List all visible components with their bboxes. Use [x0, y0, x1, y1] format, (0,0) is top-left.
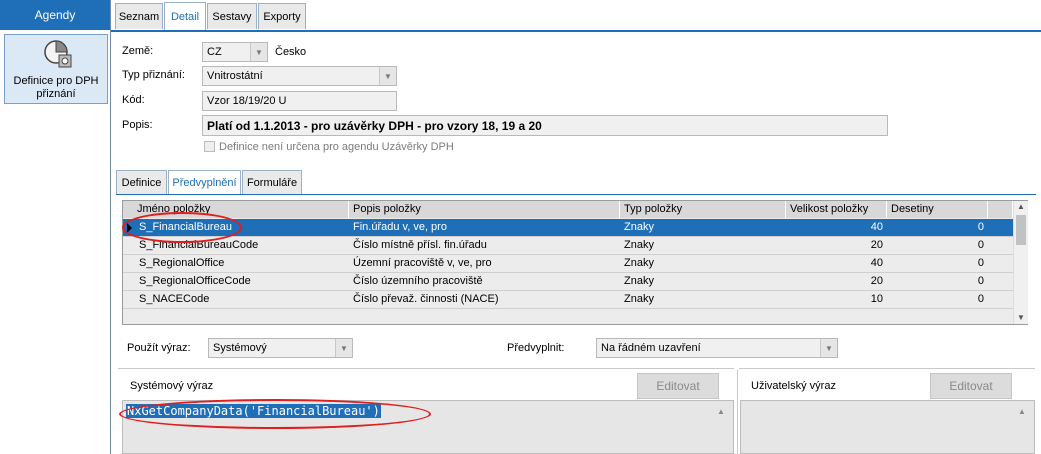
scroll-up-icon[interactable]: ▲ — [1018, 407, 1028, 417]
tab-predvyplneni[interactable]: Předvyplnění — [168, 170, 241, 194]
tab-detail[interactable]: Detail — [164, 2, 206, 30]
agenda-item-label: Definice pro DPH přiznání — [13, 75, 99, 100]
kod-field[interactable]: Vzor 18/19/20 U — [202, 91, 397, 111]
chevron-down-icon[interactable]: ▼ — [250, 43, 267, 61]
cell-name: S_FinancialBureau — [139, 221, 232, 233]
col-header-decimals[interactable]: Desetiny — [887, 201, 988, 218]
tab-exporty[interactable]: Exporty — [258, 3, 306, 29]
kod-label: Kód: — [122, 94, 145, 106]
zeme-name: Česko — [275, 46, 307, 58]
grid-scrollbar[interactable]: ▲ ▼ — [1013, 201, 1028, 324]
user-expression-editor[interactable]: ▲ — [740, 400, 1035, 454]
chevron-down-icon[interactable]: ▼ — [335, 339, 352, 357]
cell-description: Fin.úřadu v, ve, pro — [353, 221, 447, 233]
cell-size: 20 — [870, 239, 883, 251]
cell-type: Znaky — [624, 257, 654, 269]
col-header-name[interactable]: Jméno položky — [123, 201, 349, 218]
row-indicator-icon — [127, 223, 132, 233]
cell-name: S_FinancialBureauCode — [139, 239, 259, 251]
typ-value: Vnitrostátní — [207, 70, 263, 82]
system-expression-editor[interactable]: NxGetCompanyData('FinancialBureau') ▲ — [122, 400, 734, 454]
edit-system-button[interactable]: Editovat — [637, 373, 719, 399]
divider — [737, 370, 738, 454]
cell-name: S_RegionalOfficeCode — [139, 275, 251, 287]
scroll-up-icon[interactable]: ▲ — [717, 407, 727, 417]
zeme-code-value: CZ — [207, 46, 222, 58]
divider — [118, 368, 734, 369]
cell-type: Znaky — [624, 293, 654, 305]
table-row[interactable]: S_RegionalOfficeCode Číslo územního prac… — [123, 273, 1013, 291]
cell-decimals: 0 — [977, 257, 984, 269]
table-row[interactable]: S_RegionalOffice Územní pracoviště v, ve… — [123, 255, 1013, 273]
system-expression-text[interactable]: NxGetCompanyData('FinancialBureau') — [126, 404, 381, 418]
predvyplnit-select[interactable]: Na řádném uzavření ▼ — [596, 338, 838, 358]
cell-description: Číslo územního pracoviště — [353, 275, 483, 287]
divider — [739, 368, 1035, 369]
popis-field[interactable]: Platí od 1.1.2013 - pro uzávěrky DPH - p… — [202, 115, 888, 136]
agenda-item-dph-definition[interactable]: Definice pro DPH přiznání — [4, 34, 108, 104]
top-tabstrip: Seznam Detail Sestavy Exporty — [111, 0, 1041, 32]
tab-formulare[interactable]: Formuláře — [242, 170, 302, 194]
zeme-label: Země: — [122, 45, 154, 57]
items-grid: Jméno položky Popis položky Typ položky … — [122, 200, 1028, 325]
cell-decimals: 0 — [977, 293, 984, 305]
tab-sestavy[interactable]: Sestavy — [207, 3, 257, 29]
user-expression-label: Uživatelský výraz — [751, 380, 836, 392]
predvyplnit-value: Na řádném uzavření — [601, 342, 701, 354]
scroll-up-icon[interactable]: ▲ — [1014, 201, 1028, 213]
agenda-header: Agendy — [0, 0, 110, 30]
popis-label: Popis: — [122, 119, 153, 131]
col-header-type[interactable]: Typ položky — [620, 201, 786, 218]
tax-definition-icon — [44, 40, 72, 68]
tab-seznam[interactable]: Seznam — [115, 3, 163, 29]
cell-size: 10 — [870, 293, 883, 305]
typ-label: Typ přiznání: — [122, 69, 185, 81]
scroll-down-icon[interactable]: ▼ — [1014, 312, 1028, 324]
cell-description: Číslo místně přísl. fin.úřadu — [353, 239, 487, 251]
checkbox-label: Definice není určena pro agendu Uzávěrky… — [219, 141, 454, 153]
pouzit-label: Použít výraz: — [127, 342, 191, 354]
cell-decimals: 0 — [977, 221, 984, 233]
cell-name: S_NACECode — [139, 293, 210, 305]
chevron-down-icon[interactable]: ▼ — [820, 339, 837, 357]
table-row[interactable]: S_FinancialBureauCode Číslo místně přísl… — [123, 237, 1013, 255]
cell-size: 40 — [870, 257, 883, 269]
cell-type: Znaky — [624, 275, 654, 287]
col-header-size[interactable]: Velikost položky — [786, 201, 887, 218]
definition-checkbox[interactable] — [204, 141, 215, 152]
table-row[interactable]: S_NACECode Číslo převaž. činnosti (NACE)… — [123, 291, 1013, 309]
scroll-thumb[interactable] — [1016, 215, 1026, 245]
pouzit-select[interactable]: Systémový ▼ — [208, 338, 353, 358]
zeme-code-select[interactable]: CZ ▼ — [202, 42, 268, 62]
pouzit-value: Systémový — [213, 342, 267, 354]
typ-select[interactable]: Vnitrostátní ▼ — [202, 66, 397, 86]
cell-type: Znaky — [624, 239, 654, 251]
cell-size: 20 — [870, 275, 883, 287]
cell-type: Znaky — [624, 221, 654, 233]
col-header-description[interactable]: Popis položky — [349, 201, 620, 218]
cell-name: S_RegionalOffice — [139, 257, 225, 269]
inner-tabstrip: Definice Předvyplnění Formuláře — [116, 170, 1036, 195]
cell-decimals: 0 — [977, 275, 984, 287]
predvyplnit-label: Předvyplnit: — [507, 342, 565, 354]
cell-decimals: 0 — [977, 239, 984, 251]
chevron-down-icon[interactable]: ▼ — [379, 67, 396, 85]
col-header-filler — [988, 201, 1013, 218]
edit-user-button[interactable]: Editovat — [930, 373, 1012, 399]
cell-description: Územní pracoviště v, ve, pro — [353, 257, 492, 269]
system-expression-label: Systémový výraz — [130, 380, 214, 392]
cell-size: 40 — [870, 221, 883, 233]
cell-description: Číslo převaž. činnosti (NACE) — [353, 293, 499, 305]
table-row[interactable]: S_FinancialBureau Fin.úřadu v, ve, pro Z… — [123, 219, 1013, 237]
tab-definice[interactable]: Definice — [116, 170, 167, 194]
